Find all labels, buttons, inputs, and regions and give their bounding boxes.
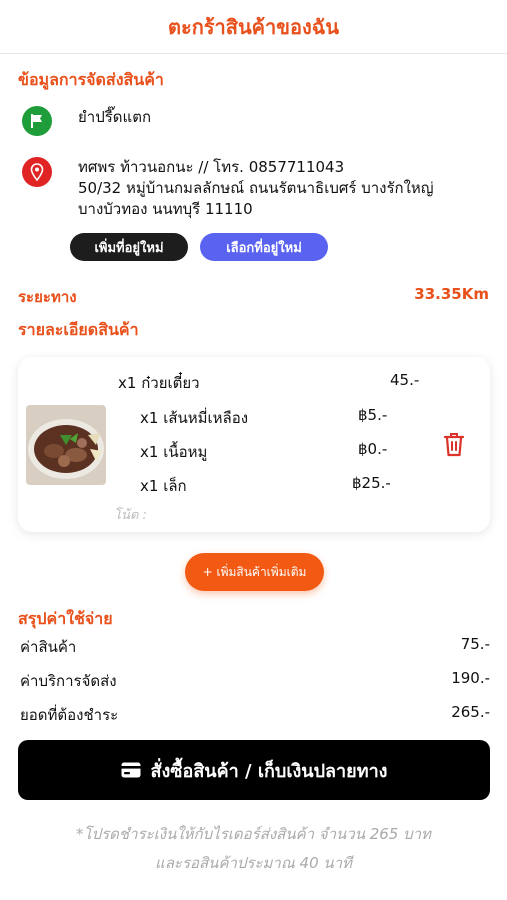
distance-value: 33.35Km [414, 285, 489, 303]
recipient-name-phone: ทศพร ท้าวนอกนะ // โทร. 0857711043 [78, 158, 345, 176]
main-item-price: 45.- [390, 371, 420, 389]
trash-icon[interactable] [442, 431, 466, 457]
add-address-button[interactable]: เพิ่มที่อยู่ใหม่ [70, 233, 188, 261]
items-section-title: รายละเอียดสินค้า [18, 320, 139, 339]
page-title: ตะกร้าสินค้าของฉัน [167, 14, 340, 39]
option-price: ฿0.- [358, 440, 388, 458]
payment-note-line2: และรอสินค้าประมาณ 40 นาที [155, 854, 352, 872]
food-image [26, 405, 106, 485]
shop-name: ยำปรี๊ดแตก [78, 108, 152, 126]
option-label: x1 เล็ก [140, 477, 187, 495]
summary-row-subtotal: ค่าสินค้า 75.- [20, 635, 490, 659]
checkout-label: สั่งซื้อสินค้า / เก็บเงินปลายทาง [150, 760, 388, 782]
summary-value: 75.- [460, 635, 490, 653]
app-header: ตะกร้าสินค้าของฉัน [0, 0, 507, 54]
location-pin-icon [22, 157, 52, 187]
summary-value: 190.- [451, 669, 490, 687]
summary-label: ยอดที่ต้องชำระ [20, 706, 119, 724]
summary-section-title: สรุปค่าใช้จ่าย [18, 609, 113, 628]
choose-address-button[interactable]: เลือกที่อยู่ใหม่ [200, 233, 328, 261]
wallet-icon [121, 762, 141, 778]
summary-row-total: ยอดที่ต้องชำระ 265.- [20, 703, 490, 727]
payment-note-line1: *โปรดชำระเงินให้กับไรเดอร์ส่งสินค้า จำนว… [76, 825, 431, 843]
option-label: x1 เส้นหมี่เหลือง [140, 409, 249, 427]
main-item-label: x1 ก๋วยเตี๋ยว [118, 374, 200, 392]
recipient-row: ทศพร ท้าวนอกนะ // โทร. 0857711043 50/32 … [22, 157, 434, 220]
shop-row: ยำปรี๊ดแตก [22, 106, 151, 136]
note-field[interactable]: โน้ต : [114, 504, 147, 525]
add-more-items-button[interactable]: + เพิ่มสินค้าเพิ่มเติม [185, 553, 324, 591]
option-label: x1 เนื้อหมู [140, 443, 208, 461]
cart-item-card: x1 ก๋วยเตี๋ยว 45.- x1 เส้นหมี่เหลือง ฿5.… [18, 357, 490, 532]
recipient-street: 50/32 หมู่บ้านกมลลักษณ์ ถนนรัตนาธิเบศร์ … [78, 179, 434, 197]
flag-icon [22, 106, 52, 136]
summary-label: ค่าสินค้า [20, 638, 77, 656]
shipping-section-title: ข้อมูลการจัดส่งสินค้า [18, 70, 164, 89]
summary-row-delivery: ค่าบริการจัดส่ง 190.- [20, 669, 490, 693]
checkout-button[interactable]: สั่งซื้อสินค้า / เก็บเงินปลายทาง [18, 740, 490, 800]
summary-value: 265.- [451, 703, 490, 721]
option-price: ฿5.- [358, 406, 388, 424]
distance-label: ระยะทาง [18, 288, 77, 306]
option-price: ฿25.- [352, 474, 391, 492]
summary-label: ค่าบริการจัดส่ง [20, 672, 117, 690]
recipient-city: บางบัวทอง นนทบุรี 11110 [78, 200, 253, 218]
recipient-address: ทศพร ท้าวนอกนะ // โทร. 0857711043 50/32 … [78, 157, 434, 220]
